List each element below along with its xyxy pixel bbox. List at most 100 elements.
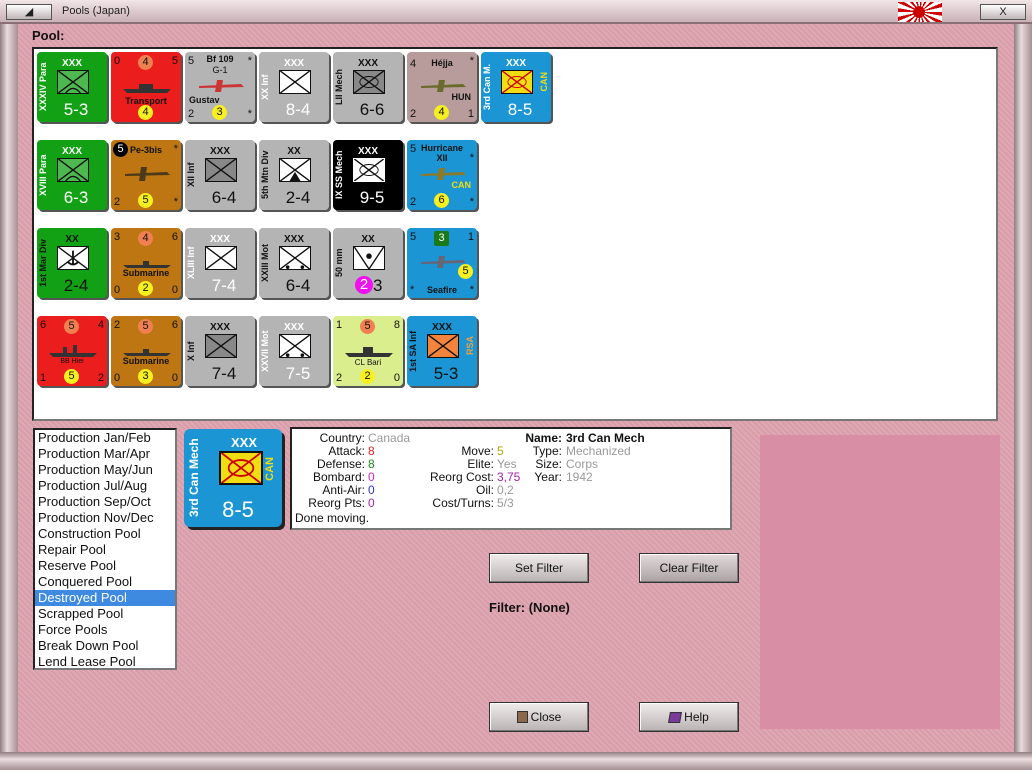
counter-ix-ss-mech[interactable]: XXX IX SS Mech 9-5	[333, 140, 403, 210]
list-item[interactable]: Force Pools	[35, 622, 175, 638]
mech-symbol-icon	[501, 70, 533, 94]
unit-strength: 9-5	[359, 188, 385, 207]
movement-status: Done moving.	[295, 511, 370, 525]
info-value: 0	[368, 483, 375, 497]
counter-lii-mech[interactable]: XXX LII Mech 6-6	[333, 52, 403, 122]
counter-xxxiv-para[interactable]: XXX XXXIV Para 5-3	[37, 52, 107, 122]
counter-xviii-para[interactable]: XXX XVIII Para 6-3	[37, 140, 107, 210]
counter-title: Pe-3bis	[129, 145, 162, 155]
list-item[interactable]: Repair Pool	[35, 542, 175, 558]
battleship-icon	[49, 345, 97, 357]
counter-1st-sa-inf[interactable]: XXX 1st SA Inf RSA 5-3	[407, 316, 477, 386]
counter-xxiii-mot[interactable]: XXX XXIII Mot 6-4	[259, 228, 329, 298]
counter-value: 5	[171, 55, 178, 67]
frame-right	[1014, 24, 1032, 758]
unit-strength: 5-3	[433, 364, 459, 383]
counter-value: 0	[171, 284, 178, 296]
list-item[interactable]: Production Jan/Feb	[35, 430, 175, 446]
counter-value: 2	[336, 372, 343, 384]
counter-transport[interactable]: 0 4 5 Transport 4	[111, 52, 181, 122]
close-button-label: Close	[530, 710, 562, 724]
counter-bf109[interactable]: Bf 109 5 * G-1 Gustav 2 3 *	[185, 52, 255, 122]
counter-value: 5	[138, 319, 153, 334]
counter-3rd-can-m[interactable]: XXX 3rd Can M. CAN 8-5	[481, 52, 551, 122]
list-item[interactable]: Lend Lease Pool	[35, 654, 175, 668]
counter-value: 1	[467, 231, 474, 243]
counter-hurricane[interactable]: 5 Hurricane XII * CAN 2 6 *	[407, 140, 477, 210]
japan-flag-icon	[898, 2, 942, 22]
help-button[interactable]: Help	[639, 702, 739, 732]
counter-label: Submarine	[122, 268, 170, 278]
counter-bb-hiei[interactable]: 6 5 4 BB Hiei 1 5 2	[37, 316, 107, 386]
list-item[interactable]: Production Jul/Aug	[35, 478, 175, 494]
motorized-symbol-icon	[279, 246, 311, 270]
info-value: Canada	[368, 431, 411, 445]
detail-pane	[760, 435, 1000, 729]
unit-strength: 7-5	[285, 364, 311, 383]
counter-label: CL Bari	[354, 358, 382, 367]
counter-seafire[interactable]: 5 3 1 5 Seafire * *	[407, 228, 477, 298]
counter-50mm[interactable]: XX 50 mm 2 3	[333, 228, 403, 298]
list-item[interactable]: Break Down Pool	[35, 638, 175, 654]
counter-value: 4	[410, 58, 417, 70]
counter-value: 3	[434, 231, 449, 246]
counter-value: *	[410, 284, 415, 296]
info-value: Corps	[566, 457, 599, 471]
infantry-symbol-icon	[205, 158, 237, 182]
counter-value: 0	[114, 55, 121, 67]
counter-xliii-inf[interactable]: XXX XLIII Inf 7-4	[185, 228, 255, 298]
counter-label: CAN	[451, 180, 472, 190]
counter-pe3bis[interactable]: 5 Pe-3bis * 2 5 *	[111, 140, 181, 210]
counter-submarine-1[interactable]: 3 4 6 Submarine 0 2 0	[111, 228, 181, 298]
close-window-button[interactable]: X	[980, 4, 1026, 20]
counter-xx-inf[interactable]: XXX XX Inf 8-4	[259, 52, 329, 122]
pool-label: Pool:	[32, 28, 65, 43]
list-item[interactable]: Scrapped Pool	[35, 606, 175, 622]
unit-strength: 6-6	[359, 100, 385, 119]
info-value: 0,2	[497, 483, 514, 497]
clear-filter-button[interactable]: Clear Filter	[639, 553, 739, 583]
info-key: Elite:	[467, 457, 494, 471]
pools-window: ◢ Pools (Japan) X Pool: XXX XXXIV Para 5…	[0, 0, 1032, 770]
counter-xii-inf[interactable]: XXX XII Inf 6-4	[185, 140, 255, 210]
filter-status: Filter: (None)	[489, 600, 570, 615]
info-key: Move:	[461, 444, 494, 458]
list-item[interactable]: Production Sep/Oct	[35, 494, 175, 510]
list-item[interactable]: Reserve Pool	[35, 558, 175, 574]
list-item[interactable]: Production Mar/Apr	[35, 446, 175, 462]
close-button[interactable]: Close	[489, 702, 589, 732]
counter-xxvii-mot[interactable]: XXX XXVII Mot 7-5	[259, 316, 329, 386]
counter-value: 6	[171, 231, 178, 243]
counter-subtitle: G-1	[212, 65, 228, 75]
counter-value: *	[469, 55, 474, 67]
counter-cl-bari[interactable]: 1 5 8 CL Bari 2 2 0	[333, 316, 403, 386]
counter-submarine-2[interactable]: 2 5 6 Submarine 0 3 0	[111, 316, 181, 386]
pool-area: XXX XXXIV Para 5-3 0 4 5 Transport 4 Bf …	[32, 47, 998, 421]
set-filter-button[interactable]: Set Filter	[489, 553, 589, 583]
list-item[interactable]: Production May/Jun	[35, 462, 175, 478]
counter-value: 3	[114, 231, 121, 243]
plane-icon	[199, 80, 244, 92]
counter-value: 1	[40, 372, 47, 384]
info-key: Cost/Turns:	[432, 496, 494, 510]
counter-hejja[interactable]: Héjja 4 * HUN 2 4 1	[407, 52, 477, 122]
unit-strength: 8-4	[285, 100, 311, 119]
list-item[interactable]: Conquered Pool	[35, 574, 175, 590]
nationality-label: CAN	[539, 72, 549, 92]
counter-5th-mtn-div[interactable]: XX 5th Mtn Div 2-4	[259, 140, 329, 210]
counter-value: *	[247, 108, 252, 120]
list-item[interactable]: Construction Pool	[35, 526, 175, 542]
pool-type-list[interactable]: Production Jan/Feb Production Mar/Apr Pr…	[33, 428, 177, 670]
list-item[interactable]: Production Nov/Dec	[35, 510, 175, 526]
counter-x-inf[interactable]: XXX X Inf 7-4	[185, 316, 255, 386]
counter-1st-mar-div[interactable]: XX 1st Mar Div 2-4	[37, 228, 107, 298]
counter-value: 6	[40, 319, 47, 331]
info-key: Attack:	[328, 444, 365, 458]
mech-symbol-icon	[353, 70, 385, 94]
counter-value: 4	[97, 319, 104, 331]
counter-label: Submarine	[122, 356, 170, 366]
list-item-selected[interactable]: Destroyed Pool	[35, 590, 175, 606]
counter-value: 8	[393, 319, 400, 331]
unit-strength: 8-5	[507, 100, 533, 119]
minimize-button[interactable]: ◢	[6, 4, 52, 20]
